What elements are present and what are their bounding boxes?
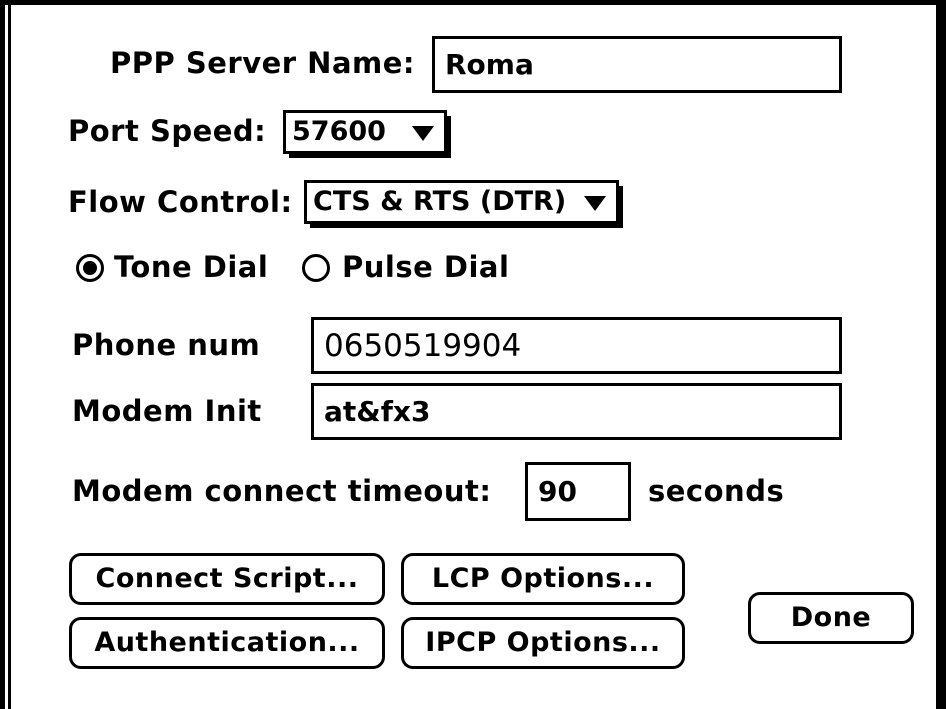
popup-shadow	[310, 224, 623, 228]
triangle-down-icon	[412, 126, 434, 141]
lcp-options-button[interactable]: LCP Options...	[401, 553, 685, 605]
window-border-right	[936, 0, 946, 709]
timeout-unit-label: seconds	[648, 474, 785, 508]
window-border-left	[0, 0, 5, 709]
modem-init-field[interactable]: at&fx3	[311, 383, 842, 440]
flow-control-value: CTS & RTS (DTR)	[313, 186, 567, 217]
pulse-dial-radio[interactable]	[302, 254, 330, 282]
port-speed-value: 57600	[292, 116, 386, 147]
authentication-button[interactable]: Authentication...	[69, 617, 385, 669]
server-name-label: PPP Server Name:	[110, 46, 416, 80]
server-name-field[interactable]: Roma	[432, 36, 842, 93]
tone-dial-label[interactable]: Tone Dial	[114, 250, 268, 284]
done-button[interactable]: Done	[748, 592, 914, 644]
flow-control-label: Flow Control:	[68, 185, 293, 219]
port-speed-popup[interactable]: 57600	[283, 110, 451, 158]
triangle-down-icon	[584, 196, 606, 211]
pulse-dial-label[interactable]: Pulse Dial	[342, 250, 509, 284]
window-border-top	[0, 0, 946, 5]
tone-dial-radio[interactable]	[76, 254, 104, 282]
modem-init-label: Modem Init	[72, 394, 262, 428]
popup-shadow	[289, 154, 451, 158]
timeout-label: Modem connect timeout:	[72, 474, 492, 508]
port-speed-label: Port Speed:	[68, 114, 267, 148]
connect-script-button[interactable]: Connect Script...	[69, 553, 385, 605]
timeout-field[interactable]: 90	[525, 462, 631, 521]
ipcp-options-button[interactable]: IPCP Options...	[401, 617, 685, 669]
flow-control-popup[interactable]: CTS & RTS (DTR)	[304, 180, 623, 228]
window-border-left-inner	[8, 5, 11, 709]
phone-field[interactable]: 0650519904	[311, 317, 842, 374]
phone-label: Phone num	[72, 328, 261, 362]
radio-on-icon	[83, 261, 97, 275]
